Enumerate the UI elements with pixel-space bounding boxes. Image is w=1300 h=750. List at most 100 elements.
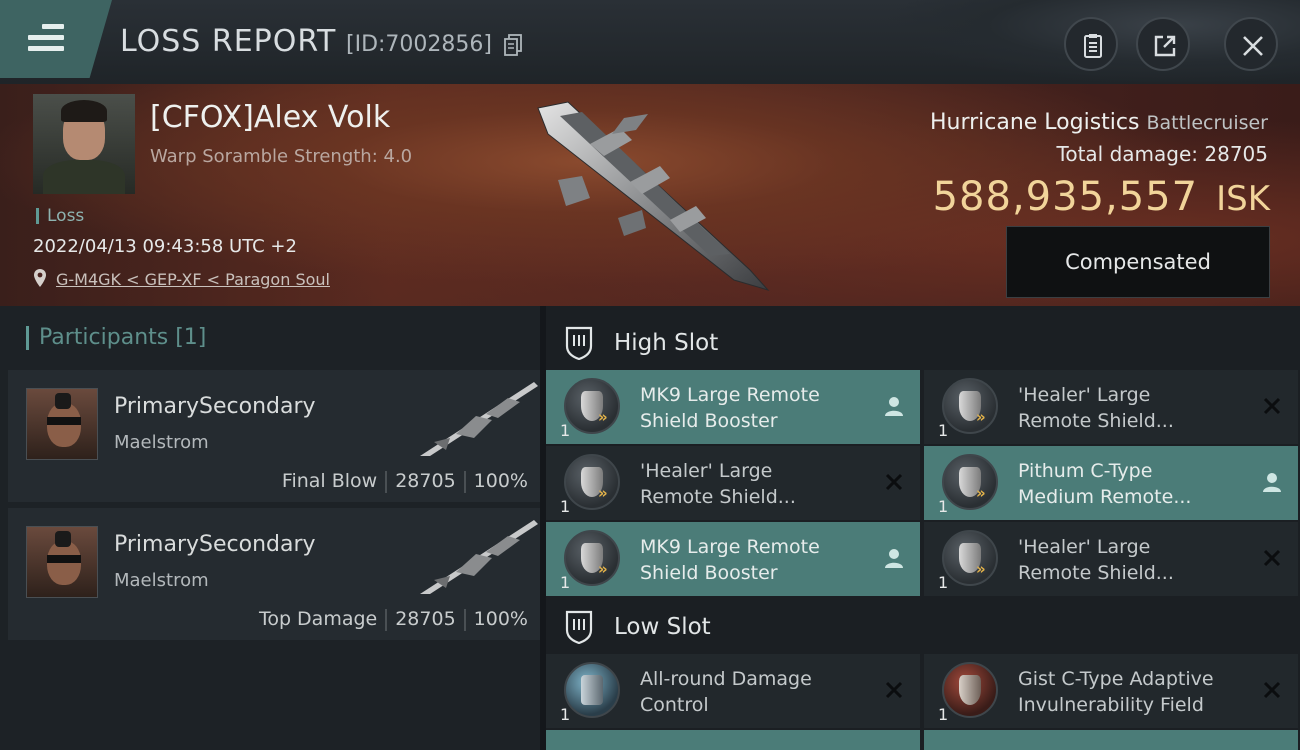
module-name-line2: Remote Shield... [1018, 562, 1174, 584]
compensated-button[interactable]: Compensated [1006, 226, 1270, 298]
shield-booster-icon: » [942, 378, 998, 434]
participant-name: PrimarySecondary [114, 532, 316, 557]
module-name-line1: 'Healer' Large [1018, 384, 1151, 406]
module-name: Pithum C-Type Medium Remote... [1018, 458, 1191, 510]
module-quantity: 1 [560, 421, 571, 440]
location-pin-icon [34, 269, 46, 287]
module-name-line2: Control [640, 694, 709, 716]
participant-ship: Maelstrom [114, 432, 209, 453]
module-name-line1: Gist C-Type Adaptive [1018, 668, 1214, 690]
ship-name[interactable]: Hurricane Logistics Battlecruiser [930, 110, 1268, 135]
module-card[interactable]: 1 Gist C-Type Adaptive Invulnerability Fi… [924, 654, 1298, 728]
destroyed-x-icon [1263, 549, 1281, 567]
module-card[interactable]: » 1 MK9 Large Remote Shield Booster [546, 370, 920, 444]
isk-value: 588,935,557 ISK [933, 174, 1270, 220]
module-quantity: 1 [938, 705, 949, 724]
destroyed-x-icon [1263, 681, 1281, 699]
victim-name[interactable]: [CFOX]Alex Volk [150, 100, 390, 135]
close-button[interactable] [1224, 17, 1278, 71]
participants-panel: Participants [1] PrimarySecondary Maelst… [0, 306, 540, 750]
module-card[interactable]: 1 All-round Damage Control [546, 654, 920, 728]
destroyed-x-icon [1263, 397, 1281, 415]
participant-row[interactable]: PrimarySecondary Maelstrom Top Damage 287… [8, 508, 540, 640]
module-card[interactable]: » 1 MK9 Large Remote Shield Booster [546, 522, 920, 596]
module-card-partial[interactable] [924, 730, 1298, 750]
total-damage-value: 28705 [1204, 142, 1268, 166]
participant-role: Final Blow [281, 470, 378, 492]
total-damage-label: Total damage: [1056, 142, 1199, 166]
header-bar: LOSS REPORT [ID:7002856] [0, 0, 1300, 84]
module-card[interactable]: » 1 'Healer' Large Remote Shield... [924, 370, 1298, 444]
participant-ship-icon [420, 382, 538, 456]
loss-timestamp: 2022/04/13 09:43:58 UTC +2 [33, 236, 297, 257]
module-name: 'Healer' Large Remote Shield... [640, 458, 796, 510]
module-card[interactable]: » 1 Pithum C-Type Medium Remote... [924, 446, 1298, 520]
module-name-line2: Remote Shield... [1018, 410, 1174, 432]
module-name-line2: Remote Shield... [640, 486, 796, 508]
low-slot-icon [565, 610, 593, 644]
location-link[interactable]: G-M4GK < GEP-XF < Paragon Soul [56, 270, 330, 289]
participant-ship: Maelstrom [114, 570, 209, 591]
hamburger-icon [28, 24, 64, 57]
module-card[interactable]: » 1 'Healer' Large Remote Shield... [546, 446, 920, 520]
person-icon [885, 549, 903, 568]
shield-booster-icon: » [942, 530, 998, 586]
shield-booster-icon: » [564, 530, 620, 586]
participant-avatar [26, 388, 98, 460]
high-slot-icon [565, 326, 593, 360]
ship-class: Battlecruiser [1146, 112, 1268, 134]
close-icon [1243, 36, 1263, 56]
participant-damage: 28705 [395, 608, 456, 630]
module-name-line1: Pithum C-Type [1018, 460, 1153, 482]
victim-summary: [CFOX]Alex Volk Warp Soramble Strength: … [0, 84, 1300, 306]
clipboard-icon [1084, 34, 1102, 58]
share-icon [1154, 35, 1176, 57]
clipboard-button[interactable] [1064, 17, 1118, 71]
person-icon [1263, 473, 1281, 492]
module-name: 'Healer' Large Remote Shield... [1018, 382, 1174, 434]
module-name-line1: MK9 Large Remote [640, 384, 820, 406]
module-name-line2: Medium Remote... [1018, 486, 1192, 508]
module-quantity: 1 [938, 573, 949, 592]
warp-scramble-strength: Warp Soramble Strength: 4.0 [150, 146, 413, 167]
module-card-partial[interactable] [546, 730, 920, 750]
module-name-line2: Invulnerability Field [1018, 694, 1204, 716]
participant-percent: 100% [473, 470, 528, 492]
participant-name: PrimarySecondary [114, 394, 316, 419]
participant-role: Top Damage [258, 608, 378, 630]
module-name-line2: Shield Booster [640, 410, 778, 432]
total-damage: Total damage: 28705 [1057, 142, 1268, 166]
participant-damage: 28705 [395, 470, 456, 492]
page-title: LOSS REPORT [120, 24, 337, 59]
module-card[interactable]: » 1 'Healer' Large Remote Shield... [924, 522, 1298, 596]
module-name-line1: 'Healer' Large [1018, 536, 1151, 558]
module-name-line1: All-round Damage [640, 668, 812, 690]
copy-id-icon[interactable] [504, 34, 522, 56]
shield-booster-icon: » [942, 454, 998, 510]
high-slot-header: High Slot [546, 310, 1300, 372]
module-quantity: 1 [938, 497, 949, 516]
person-icon [885, 397, 903, 416]
participant-avatar [26, 526, 98, 598]
low-slot-header: Low Slot [546, 594, 1300, 656]
module-quantity: 1 [560, 705, 571, 724]
menu-button[interactable] [0, 0, 112, 78]
module-name: MK9 Large Remote Shield Booster [640, 534, 820, 586]
destroyed-x-icon [885, 681, 903, 699]
isk-amount: 588,935,557 [932, 174, 1199, 220]
participant-row[interactable]: PrimarySecondary Maelstrom Final Blow 287… [8, 370, 540, 502]
damage-control-icon [564, 662, 620, 718]
participant-stats: Top Damage 28705 100% [259, 608, 528, 631]
module-name: 'Healer' Large Remote Shield... [1018, 534, 1174, 586]
participant-percent: 100% [473, 608, 528, 630]
module-name-line2: Shield Booster [640, 562, 778, 584]
share-button[interactable] [1136, 17, 1190, 71]
participants-heading: Participants [1] [26, 326, 206, 350]
victim-avatar[interactable] [33, 94, 135, 194]
participant-ship-icon [420, 520, 538, 594]
module-quantity: 1 [560, 573, 571, 592]
module-quantity: 1 [560, 497, 571, 516]
ship-name-text: Hurricane Logistics [929, 110, 1140, 135]
loss-tag: Loss [36, 208, 84, 225]
high-slot-label: High Slot [614, 330, 719, 356]
